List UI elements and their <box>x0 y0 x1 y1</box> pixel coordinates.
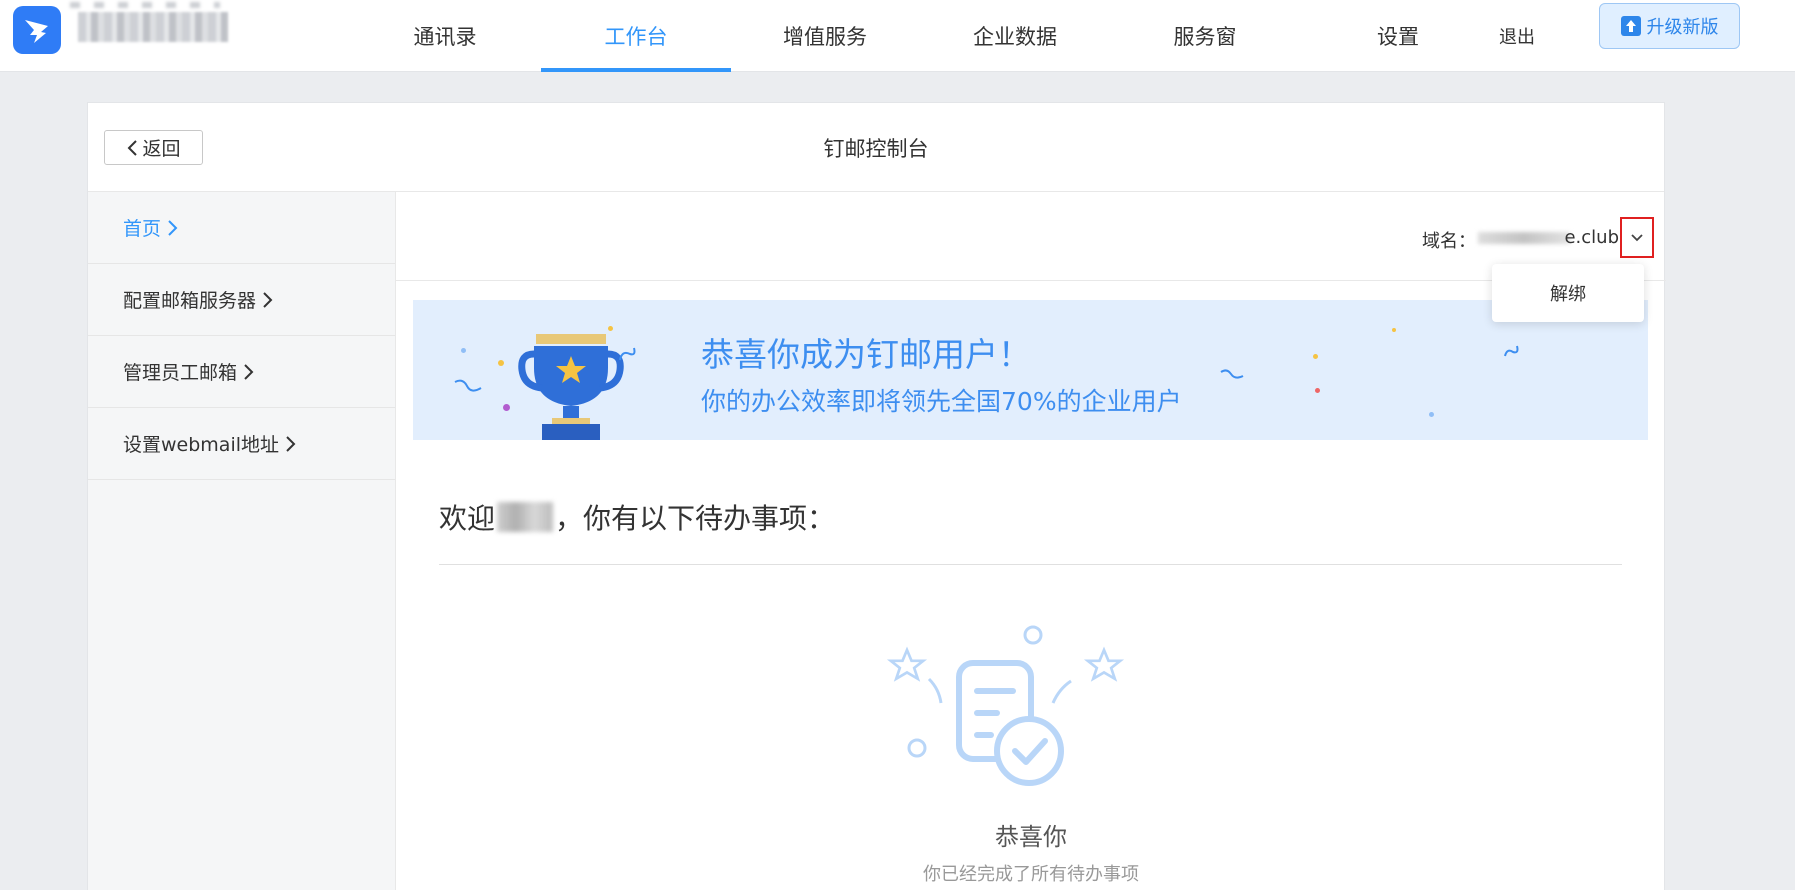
confetti-dot <box>461 348 466 353</box>
chevron-right-icon <box>244 363 254 380</box>
welcome-heading: 欢迎 ，你有以下待办事项： <box>439 497 835 537</box>
nav-enterprise-data[interactable]: 企业数据 <box>960 0 1070 72</box>
nav-settings[interactable]: 设置 <box>1368 0 1428 72</box>
welcome-prefix: 欢迎 <box>439 502 496 535</box>
chevron-down-icon <box>1631 233 1643 241</box>
chevron-right-icon <box>168 219 178 236</box>
divider <box>439 564 1622 565</box>
confetti-dot <box>1315 388 1320 393</box>
confetti-dot <box>1313 354 1318 359</box>
domain-bar: 域名： e.club <box>396 192 1666 281</box>
confetti-dot <box>1429 412 1434 417</box>
squiggle-decoration <box>619 347 636 361</box>
domain-dropdown-menu: 解绑 <box>1492 264 1644 322</box>
sidebar-item-home[interactable]: 首页 <box>88 192 395 264</box>
squiggle-decoration <box>1220 369 1244 379</box>
chevron-right-icon <box>263 291 273 308</box>
mail-console-panel: 返回 钉邮控制台 首页 配置邮箱服务器 管理员工邮箱 设置webmail地址 域… <box>87 102 1666 890</box>
upgrade-button[interactable]: 升级新版 <box>1599 3 1740 49</box>
organization-name-redacted <box>78 12 228 42</box>
nav-contacts[interactable]: 通讯录 <box>395 0 495 72</box>
nav-value-added-services[interactable]: 增值服务 <box>770 0 880 72</box>
squiggle-decoration <box>1504 345 1519 357</box>
confetti-dot <box>1392 328 1396 332</box>
chevron-right-icon <box>286 435 296 452</box>
sidebar-item-webmail-address[interactable]: 设置webmail地址 <box>88 408 395 480</box>
welcome-suffix: ，你有以下待办事项： <box>555 502 836 535</box>
nav-workbench[interactable]: 工作台 <box>541 0 731 72</box>
user-name-redacted <box>497 502 554 532</box>
congrats-banner: 恭喜你成为钉邮用户！ 你的办公效率即将领先全国70%的企业用户 <box>413 300 1648 440</box>
main-content: 域名： e.club 解绑 恭喜你成为钉邮用户！ 你的办公效率即将领先全国70%… <box>396 192 1666 890</box>
banner-subtitle: 你的办公效率即将领先全国70%的企业用户 <box>701 387 1182 416</box>
domain-dropdown-toggle[interactable] <box>1620 217 1654 258</box>
confetti-dot <box>608 326 613 331</box>
sidebar-item-label: 管理员工邮箱 <box>123 362 238 384</box>
sidebar-item-label: 配置邮箱服务器 <box>123 290 257 312</box>
sidebar-item-mail-server[interactable]: 配置邮箱服务器 <box>88 264 395 336</box>
top-navbar: 通讯录 工作台 增值服务 企业数据 服务窗 设置 退出 升级新版 <box>0 0 1795 72</box>
sidebar-item-label: 设置webmail地址 <box>123 434 279 456</box>
sidebar-item-employee-mailbox[interactable]: 管理员工邮箱 <box>88 336 395 408</box>
nav-service-window[interactable]: 服务窗 <box>1160 0 1250 72</box>
confetti-dot <box>498 360 504 366</box>
clipboard-check-icon <box>886 625 1125 786</box>
upgrade-label: 升级新版 <box>1646 17 1719 38</box>
trophy-icon <box>518 334 624 440</box>
squiggle-decoration <box>454 379 482 392</box>
domain-label: 域名： <box>1422 231 1476 252</box>
unbind-menu-item[interactable]: 解绑 <box>1550 280 1586 306</box>
banner-title: 恭喜你成为钉邮用户！ <box>701 335 1031 374</box>
confetti-dot <box>503 404 510 411</box>
dingtalk-logo-icon[interactable] <box>13 6 61 54</box>
domain-name-redacted <box>1478 232 1570 244</box>
page-title: 钉邮控制台 <box>823 137 929 161</box>
sidebar: 首页 配置邮箱服务器 管理员工邮箱 设置webmail地址 <box>88 192 396 890</box>
upload-arrow-icon <box>1620 16 1641 36</box>
sidebar-item-label: 首页 <box>123 218 162 240</box>
domain-value: e.club <box>1564 227 1619 248</box>
logout-link[interactable]: 退出 <box>1492 0 1542 72</box>
empty-state-subtitle: 你已经完成了所有待办事项 <box>923 864 1139 885</box>
panel-header: 返回 钉邮控制台 <box>88 103 1664 192</box>
empty-state-title: 恭喜你 <box>995 823 1067 851</box>
